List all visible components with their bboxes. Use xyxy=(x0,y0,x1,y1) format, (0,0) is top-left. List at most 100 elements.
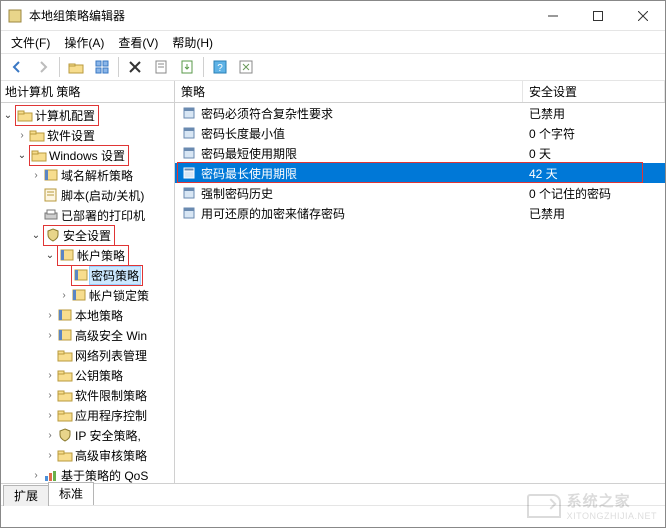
tree-item[interactable]: ›域名解析策略 xyxy=(1,165,174,185)
expander-icon[interactable]: ⌄ xyxy=(1,110,15,121)
policy-item-icon xyxy=(181,186,197,200)
column-policy[interactable]: 策略 xyxy=(175,81,523,102)
tree-item[interactable]: ⌄Windows 设置 xyxy=(1,145,174,165)
tree-item-label: 计算机配置 xyxy=(33,106,97,125)
tree-item-label: 高级安全 Win xyxy=(73,326,149,345)
expander-icon[interactable]: › xyxy=(43,390,57,401)
folder-icon xyxy=(57,388,73,402)
close-button[interactable] xyxy=(620,1,665,31)
tree-item[interactable]: ⌄ 计算机配置 xyxy=(1,105,174,125)
list-row[interactable]: 密码长度最小值0 个字符 xyxy=(175,123,665,143)
tree-item[interactable]: ⌄帐户策略 xyxy=(1,245,174,265)
expander-icon[interactable]: › xyxy=(43,330,57,341)
menu-help[interactable]: 帮助(H) xyxy=(166,32,219,53)
tree-item[interactable]: › 基于策略的 QoS xyxy=(1,465,174,483)
cell-policy: 密码最长使用期限 xyxy=(175,165,523,182)
delete-button[interactable] xyxy=(123,56,147,78)
expander-icon[interactable]: ⌄ xyxy=(43,250,57,261)
tree-item[interactable]: ›公钥策略 xyxy=(1,365,174,385)
tree-item-label: 帐户锁定策 xyxy=(87,286,151,305)
policy-name: 密码必须符合复杂性要求 xyxy=(201,105,333,122)
policy-name: 密码最短使用期限 xyxy=(201,145,297,162)
expander-icon[interactable]: › xyxy=(57,290,71,301)
tree-item[interactable]: ›软件设置 xyxy=(1,125,174,145)
policy-name: 强制密码历史 xyxy=(201,185,273,202)
tree-item[interactable]: ›本地策略 xyxy=(1,305,174,325)
chart-icon xyxy=(43,468,59,482)
tree-item-label: 基于策略的 QoS xyxy=(59,466,150,484)
folder-icon xyxy=(57,348,73,362)
policy-item-icon xyxy=(181,126,197,140)
bottom-tabs: 扩展 标准 xyxy=(1,483,665,505)
policy-item-icon xyxy=(181,106,197,120)
cell-policy: 强制密码历史 xyxy=(175,185,523,202)
maximize-button[interactable] xyxy=(575,1,620,31)
list-row[interactable]: 强制密码历史0 个记住的密码 xyxy=(175,183,665,203)
list-row[interactable]: 密码最短使用期限0 天 xyxy=(175,143,665,163)
tree-item[interactable]: ›高级审核策略 xyxy=(1,445,174,465)
expander-icon[interactable]: ⌄ xyxy=(29,230,43,241)
expander-icon[interactable]: ⌄ xyxy=(15,150,29,161)
expander-icon[interactable]: › xyxy=(29,170,43,181)
show-hide-tree-button[interactable] xyxy=(90,56,114,78)
tree-item[interactable]: 密码策略 xyxy=(1,265,174,285)
back-button[interactable] xyxy=(5,56,29,78)
book-icon xyxy=(57,308,73,322)
expander-icon[interactable]: › xyxy=(15,130,29,141)
tree-item[interactable]: ⌄安全设置 xyxy=(1,225,174,245)
tree-item-label: 已部署的打印机 xyxy=(59,206,147,225)
refresh-button[interactable] xyxy=(234,56,258,78)
cell-policy: 密码必须符合复杂性要求 xyxy=(175,105,523,122)
tree-item[interactable]: › 高级安全 Win xyxy=(1,325,174,345)
tree-item[interactable]: 脚本(启动/关机) xyxy=(1,185,174,205)
book-icon xyxy=(43,168,59,182)
tree-item[interactable]: ›应用程序控制 xyxy=(1,405,174,425)
tree-item[interactable]: ›软件限制策略 xyxy=(1,385,174,405)
list-row[interactable]: 密码最长使用期限42 天 xyxy=(175,163,665,183)
tree-item[interactable]: › 帐户锁定策 xyxy=(1,285,174,305)
minimize-button[interactable] xyxy=(530,1,575,31)
folder-icon xyxy=(57,408,73,422)
list-row[interactable]: 用可还原的加密来储存密码已禁用 xyxy=(175,203,665,223)
up-button[interactable] xyxy=(64,56,88,78)
expander-icon[interactable]: › xyxy=(43,450,57,461)
forward-button[interactable] xyxy=(31,56,55,78)
tab-extended[interactable]: 扩展 xyxy=(3,485,49,506)
menu-action[interactable]: 操作(A) xyxy=(58,32,110,53)
column-setting[interactable]: 安全设置 xyxy=(523,81,665,102)
tree-item[interactable]: ›IP 安全策略, xyxy=(1,425,174,445)
tree-header[interactable]: 地计算机 策略 xyxy=(1,81,174,103)
cell-policy: 用可还原的加密来储存密码 xyxy=(175,205,523,222)
folder-icon xyxy=(17,108,33,122)
shield-icon xyxy=(45,228,61,242)
cell-setting: 已禁用 xyxy=(523,205,665,222)
tree: ⌄ 计算机配置›软件设置⌄Windows 设置›域名解析策略脚本(启动/关机)已部… xyxy=(1,103,174,483)
expander-icon[interactable]: › xyxy=(43,410,57,421)
tab-standard[interactable]: 标准 xyxy=(48,482,94,505)
cell-setting: 42 天 xyxy=(523,165,665,182)
tree-item[interactable]: 已部署的打印机 xyxy=(1,205,174,225)
expander-icon[interactable]: › xyxy=(43,370,57,381)
cell-policy: 密码长度最小值 xyxy=(175,125,523,142)
folder-icon xyxy=(57,448,73,462)
cell-setting: 0 个字符 xyxy=(523,125,665,142)
folder-icon xyxy=(57,368,73,382)
tree-item[interactable]: 网络列表管理 xyxy=(1,345,174,365)
help-button[interactable]: ? xyxy=(208,56,232,78)
expander-icon[interactable]: › xyxy=(43,310,57,321)
menu-file[interactable]: 文件(F) xyxy=(5,32,56,53)
list-pane: 策略 安全设置 密码必须符合复杂性要求已禁用密码长度最小值0 个字符密码最短使用… xyxy=(175,81,665,483)
menu-view[interactable]: 查看(V) xyxy=(112,32,164,53)
export-button[interactable] xyxy=(175,56,199,78)
properties-button[interactable] xyxy=(149,56,173,78)
tree-item-label: 网络列表管理 xyxy=(73,346,149,365)
tree-item-label: 密码策略 xyxy=(89,266,141,285)
expander-icon[interactable]: › xyxy=(43,430,57,441)
list-row[interactable]: 密码必须符合复杂性要求 已禁用 xyxy=(175,103,665,123)
expander-icon[interactable]: › xyxy=(29,470,43,481)
cell-setting: 已禁用 xyxy=(523,105,665,122)
policy-item-icon xyxy=(181,146,197,160)
title-bar: 本地组策略编辑器 xyxy=(1,1,665,31)
book-icon xyxy=(71,288,87,302)
shield-icon xyxy=(57,428,73,442)
